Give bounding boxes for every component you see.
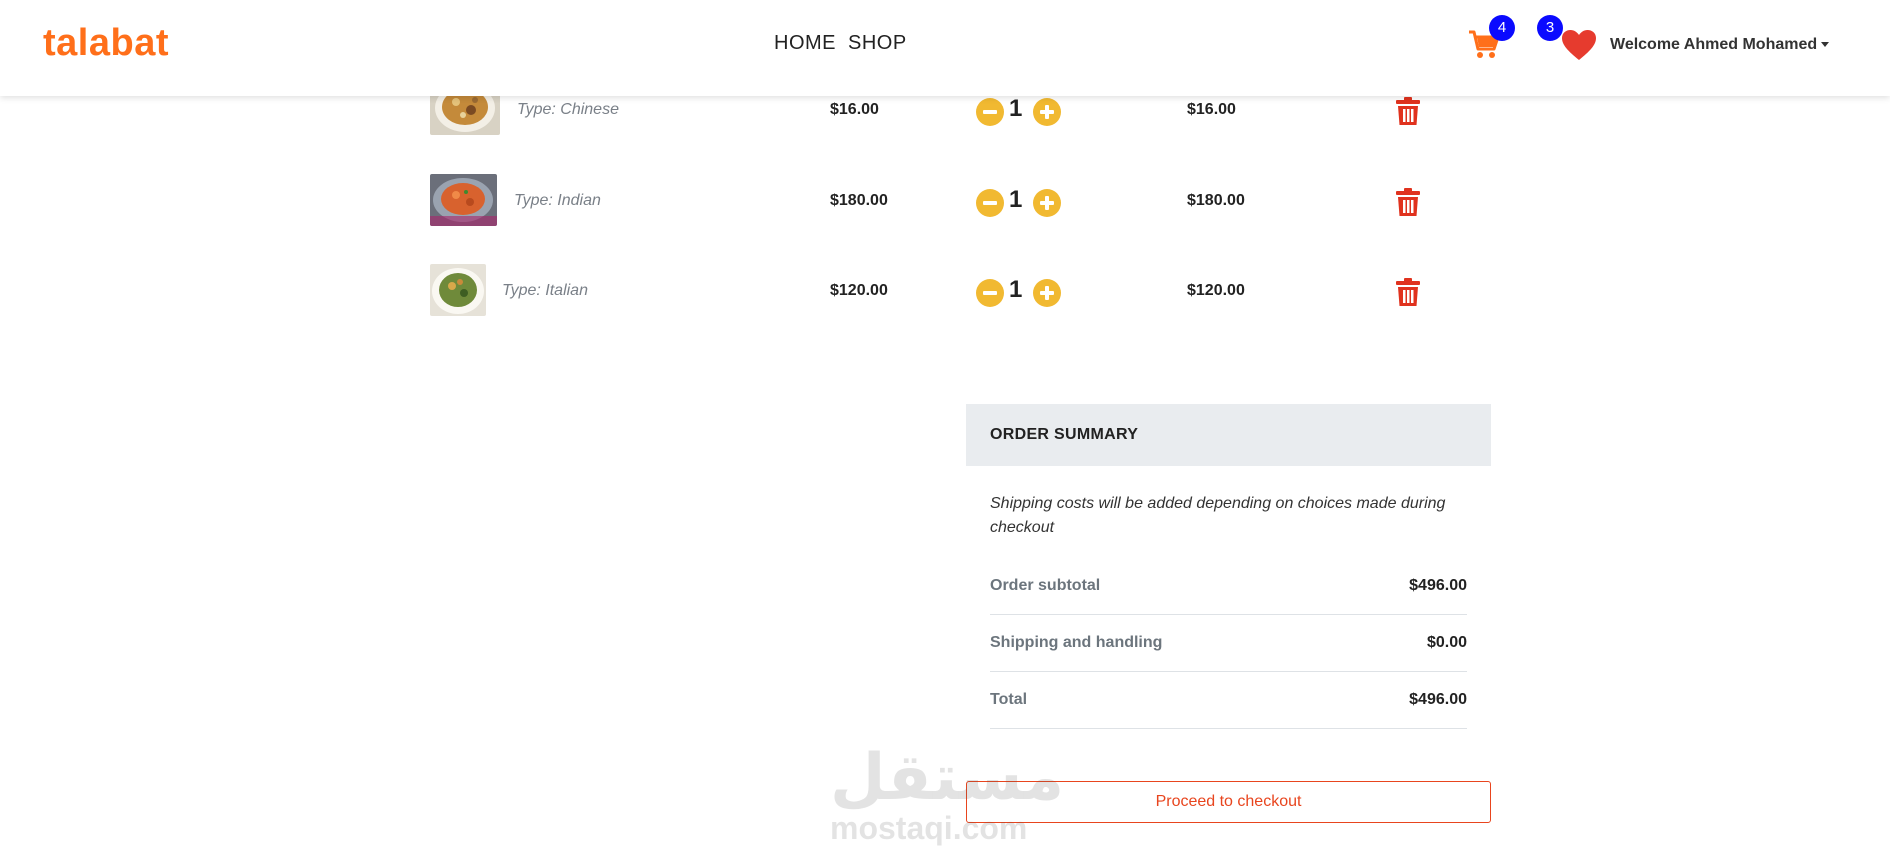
item-price: $180.00 (830, 192, 888, 209)
nav-home-link[interactable]: HOME (774, 32, 836, 55)
summary-label: Order subtotal (990, 577, 1101, 594)
summary-value: $0.00 (1426, 634, 1467, 651)
shipping-note: Shipping costs will be added depending o… (990, 495, 1446, 536)
main-nav: HOME SHOP (774, 32, 907, 55)
item-total: $120.00 (1187, 282, 1245, 299)
watermark: مستقل mostaqi.com (830, 740, 1064, 850)
item-type: Type: Chinese (517, 101, 619, 118)
item-price: $120.00 (830, 282, 888, 299)
item-quantity: 1 (1009, 276, 1023, 303)
order-summary-title: ORDER SUMMARY (966, 404, 1491, 466)
cart-count-badge: 4 (1489, 15, 1515, 41)
cart-item-row: Type: Italian $120.00 1 $120.00 (430, 264, 1430, 320)
chevron-down-icon (1821, 42, 1830, 48)
item-type: Type: Indian (514, 192, 601, 209)
summary-label: Total (990, 691, 1028, 708)
watermark-latin: mostaqi.com (830, 810, 1028, 846)
summary-value: $496.00 (1409, 691, 1467, 708)
top-navbar: talabat HOME SHOP 4 3 Welcome Ahmed Moha… (0, 0, 1890, 96)
trash-icon[interactable] (1394, 96, 1422, 126)
summary-value: $496.00 (1409, 577, 1467, 594)
summary-row-subtotal: Order subtotal $496.00 (990, 558, 1467, 615)
order-summary: ORDER SUMMARY Shipping costs will be add… (966, 404, 1491, 729)
summary-row-shipping: Shipping and handling $0.00 (990, 615, 1467, 672)
decrease-quantity-button[interactable] (976, 279, 1004, 307)
increase-quantity-button[interactable] (1033, 98, 1061, 126)
item-total: $180.00 (1187, 192, 1245, 209)
watermark-arabic: مستقل (830, 741, 1065, 813)
item-image[interactable] (430, 264, 486, 316)
summary-list: Order subtotal $496.00 Shipping and hand… (990, 558, 1467, 729)
user-menu-dropdown[interactable]: Welcome Ahmed Mohamed (1610, 36, 1830, 54)
brand-logo[interactable]: talabat (43, 22, 169, 65)
item-quantity: 1 (1009, 186, 1023, 213)
item-image[interactable] (430, 174, 497, 226)
nav-shop-link[interactable]: SHOP (848, 32, 907, 55)
item-quantity: 1 (1009, 95, 1023, 122)
item-type: Type: Italian (502, 282, 588, 299)
item-total: $16.00 (1187, 101, 1236, 118)
trash-icon[interactable] (1394, 277, 1422, 307)
decrease-quantity-button[interactable] (976, 189, 1004, 217)
summary-row-total: Total $496.00 (990, 672, 1467, 729)
increase-quantity-button[interactable] (1033, 279, 1061, 307)
trash-icon[interactable] (1394, 187, 1422, 217)
cart-item-row: Type: Indian $180.00 1 $180.00 (430, 174, 1430, 230)
heart-icon[interactable] (1560, 28, 1598, 62)
decrease-quantity-button[interactable] (976, 98, 1004, 126)
welcome-text: Welcome Ahmed Mohamed (1610, 36, 1818, 53)
summary-label: Shipping and handling (990, 634, 1163, 651)
item-price: $16.00 (830, 101, 879, 118)
increase-quantity-button[interactable] (1033, 189, 1061, 217)
